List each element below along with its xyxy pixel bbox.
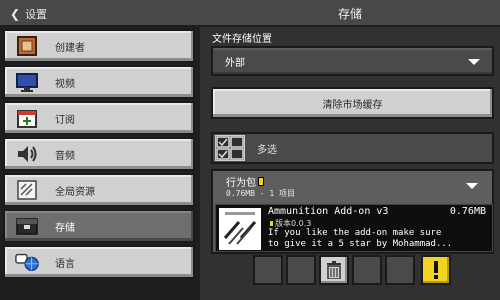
- sidebar-item-creator[interactable]: 创建者: [3, 29, 195, 63]
- sidebar-item-audio[interactable]: 音频: [3, 137, 195, 171]
- action-slot-2-button[interactable]: [286, 255, 316, 285]
- storage-location-value: 外部: [225, 57, 245, 69]
- action-slot-4-button[interactable]: [352, 255, 382, 285]
- sidebar-item-subscriptions[interactable]: 订阅: [3, 101, 195, 135]
- trash-icon: [327, 261, 341, 279]
- sidebar-item-storage[interactable]: 存储: [3, 209, 195, 243]
- addon-name: Ammunition Add-on v3: [268, 206, 389, 217]
- behavior-pack-title-text: 行为包: [226, 178, 256, 189]
- storage-location-dropdown[interactable]: 外部: [211, 46, 494, 76]
- sidebar-item-label: 创建者: [55, 42, 85, 54]
- sidebar-item-label: 全局资源: [55, 186, 95, 198]
- addon-description-line-1: If you like the add-on make sure: [268, 228, 442, 238]
- warning-icon: [269, 220, 274, 227]
- page-title: 存储: [337, 7, 362, 21]
- chevron-down-icon: [468, 59, 480, 65]
- action-slot-5-button[interactable]: [385, 255, 415, 285]
- storage-chest-icon: [15, 214, 39, 238]
- global-resources-icon: [15, 178, 39, 202]
- exclamation-icon: [434, 261, 438, 279]
- addon-description: If you like the add-on make sure to give…: [268, 228, 490, 250]
- sidebar: 创建者 视频 订阅 音频 全局资源 存储 语言: [0, 27, 200, 300]
- addon-list-item[interactable]: Ammunition Add-on v3 0.76MB 版本0.0.3 If y…: [215, 204, 493, 252]
- behavior-pack-meta: 0.76MB - 1 项目: [226, 189, 295, 198]
- sidebar-item-label: 语言: [55, 258, 75, 270]
- multiselect-toggle[interactable]: 多选: [211, 132, 494, 164]
- addon-size: 0.76MB: [449, 206, 486, 217]
- language-globe-icon: [15, 250, 39, 274]
- back-label: 设置: [25, 7, 48, 21]
- delete-button[interactable]: [319, 255, 349, 285]
- warning-icon: [258, 177, 264, 186]
- chevron-left-icon: ❮: [10, 6, 21, 21]
- calendar-plus-icon: [15, 106, 39, 130]
- sidebar-item-label: 存储: [55, 222, 75, 234]
- storage-panel: 文件存储位置 外部 清除市场缓存 多选 行为包 0.76MB - 1 项目 Am…: [200, 27, 500, 300]
- addon-description-line-2: to give it a 5 star by Mohammad...: [268, 239, 453, 249]
- storage-location-label: 文件存储位置: [212, 34, 272, 45]
- chevron-down-icon: [466, 183, 478, 189]
- multiselect-checkbox-icon: [215, 135, 245, 161]
- back-button[interactable]: ❮ 设置: [4, 4, 53, 23]
- multiselect-label: 多选: [257, 144, 277, 156]
- sidebar-item-language[interactable]: 语言: [3, 245, 195, 279]
- sidebar-item-label: 音频: [55, 150, 75, 162]
- sidebar-item-label: 订阅: [55, 114, 75, 126]
- top-bar: ❮ 设置 存储: [0, 0, 500, 27]
- behavior-pack-title: 行为包: [226, 174, 264, 189]
- monitor-icon: [15, 70, 39, 94]
- sidebar-item-video[interactable]: 视频: [3, 65, 195, 99]
- warning-button[interactable]: [421, 255, 451, 285]
- behavior-pack-header[interactable]: 行为包 0.76MB - 1 项目: [213, 171, 492, 203]
- speaker-icon: [15, 142, 39, 166]
- sidebar-item-global-resources[interactable]: 全局资源: [3, 173, 195, 207]
- creator-icon: [15, 34, 39, 58]
- action-slot-1-button[interactable]: [253, 255, 283, 285]
- addon-thumbnail: [219, 208, 261, 250]
- sidebar-item-label: 视频: [55, 78, 75, 90]
- clear-marketplace-cache-button[interactable]: 清除市场缓存: [211, 87, 494, 119]
- behavior-pack-section: 行为包 0.76MB - 1 项目 Ammunition Add-on v3 0…: [211, 169, 494, 254]
